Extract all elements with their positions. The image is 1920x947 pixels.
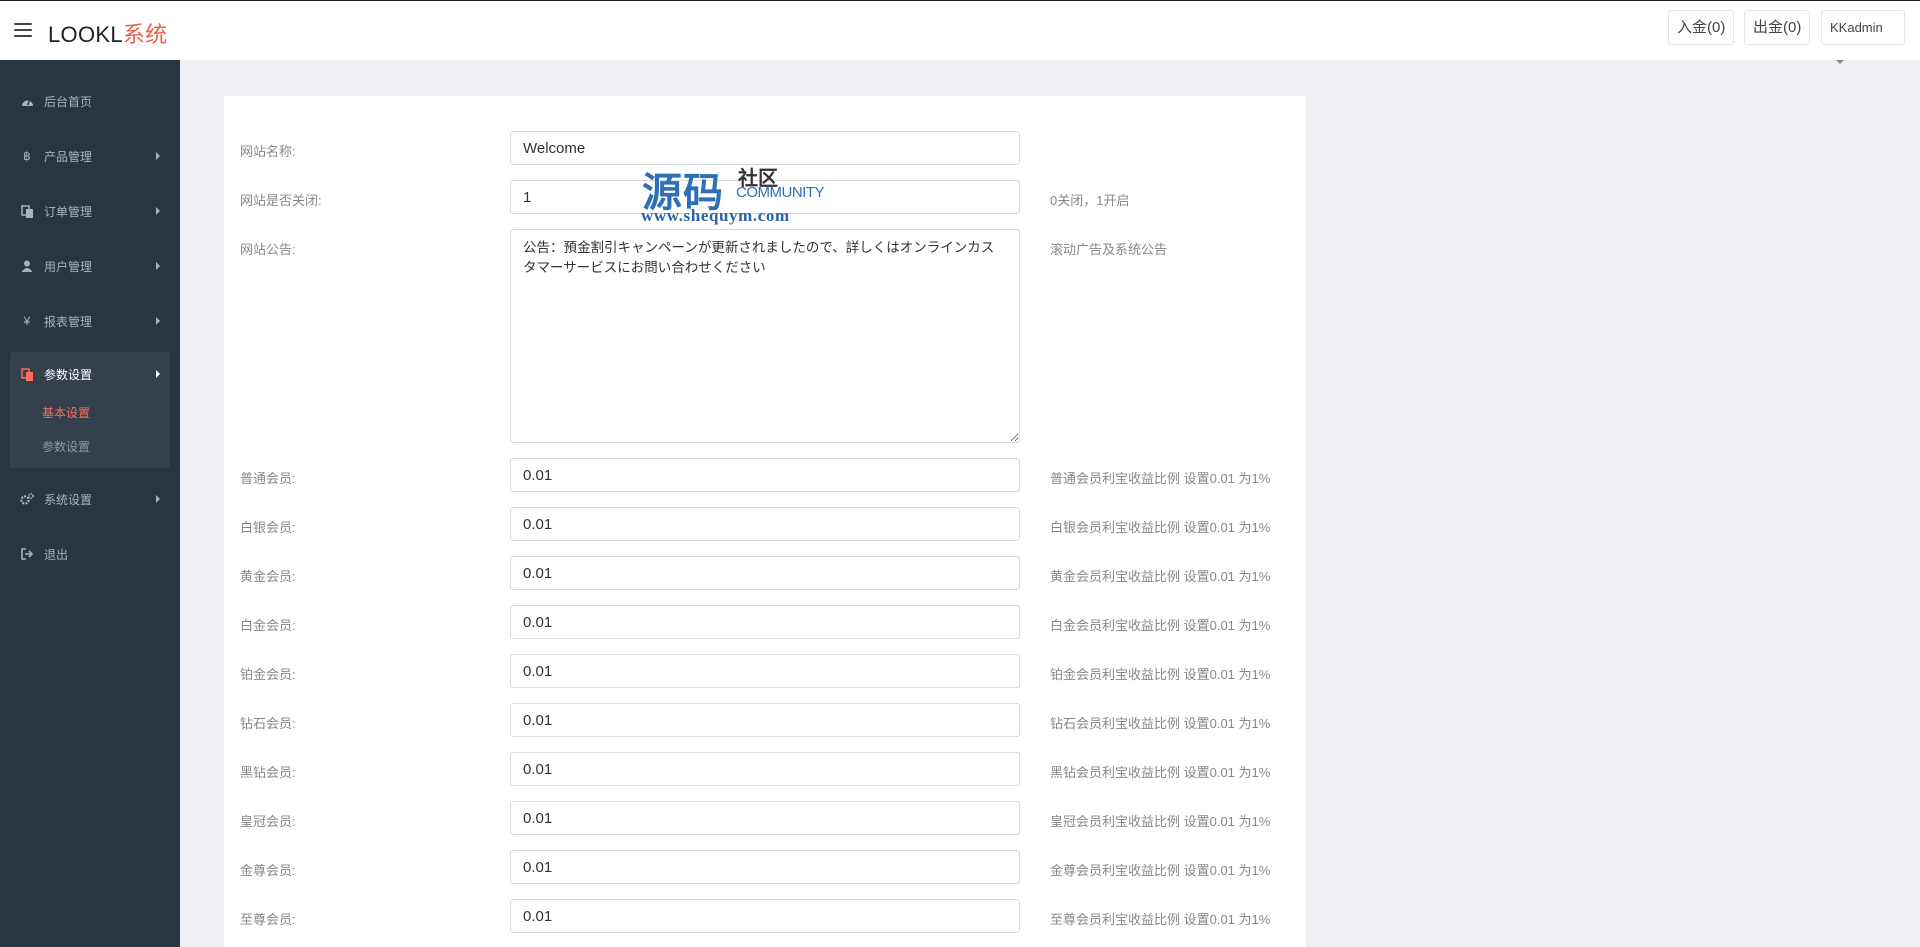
- copy-icon: [20, 367, 34, 381]
- sidebar-item-products[interactable]: ฿ 产品管理: [10, 134, 170, 178]
- sidebar-item-label: 后台首页: [44, 94, 93, 109]
- brand-main: LOOKL: [48, 22, 123, 47]
- member-rate-help: 普通会员利宝收益比例 设置0.01 为1%: [1050, 471, 1271, 486]
- yen-icon: ¥: [23, 314, 31, 328]
- member-rate-help: 黄金会员利宝收益比例 设置0.01 为1%: [1050, 569, 1271, 584]
- sidebar-group-params: 参数设置 基本设置 参数设置: [10, 352, 170, 468]
- announcement-help: 滚动广告及系统公告: [1050, 242, 1168, 257]
- member-rate-label: 皇冠会员:: [240, 814, 296, 829]
- sidebar: 后台首页 ฿ 产品管理 订单管理 用户管理 ¥ 报表管理 参数设置 基本设置 参…: [0, 60, 180, 947]
- member-rate-input[interactable]: [510, 458, 1020, 492]
- member-rate-input[interactable]: [510, 556, 1020, 590]
- member-rate-input[interactable]: [510, 507, 1020, 541]
- member-rate-help: 铂金会员利宝收益比例 设置0.01 为1%: [1050, 667, 1271, 682]
- sidebar-item-label: 报表管理: [44, 314, 93, 329]
- site-closed-help: 0关闭，1开启: [1050, 193, 1130, 208]
- sidebar-subitem-param-settings[interactable]: 参数设置: [42, 438, 90, 455]
- sidebar-item-label: 退出: [44, 547, 69, 562]
- member-rate-label: 黑钻会员:: [240, 765, 296, 780]
- copy-icon: [20, 204, 34, 218]
- member-rate-label: 铂金会员:: [240, 667, 296, 682]
- bitcoin-icon: ฿: [23, 149, 31, 163]
- sidebar-item-system[interactable]: 系统设置: [10, 477, 170, 521]
- caret-right-icon: [156, 152, 160, 160]
- user-menu-button[interactable]: KKadmin: [1821, 10, 1905, 64]
- sidebar-item-label: 产品管理: [44, 149, 93, 164]
- member-rate-label: 白银会员:: [240, 520, 296, 535]
- sidebar-item-reports[interactable]: ¥ 报表管理: [10, 299, 170, 343]
- sidebar-item-label: 订单管理: [44, 204, 93, 219]
- sidebar-item-params[interactable]: 参数设置: [10, 352, 170, 396]
- member-rate-help: 白金会员利宝收益比例 设置0.01 为1%: [1050, 618, 1271, 633]
- caret-down-icon: [1836, 59, 1844, 64]
- member-rate-help: 皇冠会员利宝收益比例 设置0.01 为1%: [1050, 814, 1271, 829]
- member-rate-input[interactable]: [510, 703, 1020, 737]
- settings-card: 网站名称: 网站是否关闭: 0关闭，1开启 网站公告: 公告：預金割引キャンペー…: [224, 96, 1306, 947]
- sidebar-item-label: 参数设置: [44, 367, 93, 382]
- member-rate-label: 金尊会员:: [240, 863, 296, 878]
- member-rate-label: 至尊会员:: [240, 912, 296, 927]
- announcement-label: 网站公告:: [240, 242, 296, 257]
- caret-right-icon: [156, 317, 160, 325]
- withdraw-button[interactable]: 出金(0): [1744, 10, 1811, 45]
- site-closed-input[interactable]: [510, 180, 1020, 214]
- user-icon: [20, 259, 34, 273]
- top-bar: LOOKL系统 入金(0) 出金(0) KKadmin: [0, 0, 1920, 64]
- member-rate-input[interactable]: [510, 801, 1020, 835]
- caret-right-icon: [156, 262, 160, 270]
- dashboard-icon: [20, 94, 34, 108]
- member-rate-input[interactable]: [510, 654, 1020, 688]
- member-rate-label: 普通会员:: [240, 471, 296, 486]
- member-rate-input[interactable]: [510, 605, 1020, 639]
- gears-icon: [20, 492, 34, 506]
- member-rate-help: 至尊会员利宝收益比例 设置0.01 为1%: [1050, 912, 1271, 927]
- sidebar-item-users[interactable]: 用户管理: [10, 244, 170, 288]
- sidebar-item-dashboard[interactable]: 后台首页: [10, 79, 170, 123]
- site-name-label: 网站名称:: [240, 144, 296, 159]
- menu-toggle-icon[interactable]: [14, 23, 32, 37]
- member-rate-help: 钻石会员利宝收益比例 设置0.01 为1%: [1050, 716, 1271, 731]
- site-closed-label: 网站是否关闭:: [240, 193, 322, 208]
- caret-right-icon: [156, 370, 160, 378]
- user-name: KKadmin: [1830, 20, 1883, 35]
- sidebar-item-label: 用户管理: [44, 259, 93, 274]
- member-rate-help: 金尊会员利宝收益比例 设置0.01 为1%: [1050, 863, 1271, 878]
- member-rate-label: 钻石会员:: [240, 716, 296, 731]
- site-name-input[interactable]: [510, 131, 1020, 165]
- brand-logo: LOOKL系统: [48, 17, 167, 49]
- caret-right-icon: [156, 207, 160, 215]
- caret-right-icon: [156, 495, 160, 503]
- sidebar-item-orders[interactable]: 订单管理: [10, 189, 170, 233]
- member-rate-help: 白银会员利宝收益比例 设置0.01 为1%: [1050, 520, 1271, 535]
- sign-out-icon: [20, 547, 34, 561]
- brand-accent: 系统: [122, 22, 168, 47]
- deposit-button[interactable]: 入金(0): [1668, 10, 1735, 45]
- sidebar-item-logout[interactable]: 退出: [10, 532, 170, 576]
- announcement-textarea[interactable]: 公告：預金割引キャンペーンが更新されましたので、詳しくはオンラインカスタマーサー…: [510, 229, 1020, 443]
- member-rate-input[interactable]: [510, 752, 1020, 786]
- member-rate-label: 白金会员:: [240, 618, 296, 633]
- member-rate-label: 黄金会员:: [240, 569, 296, 584]
- member-rate-input[interactable]: [510, 899, 1020, 933]
- member-rate-help: 黑钻会员利宝收益比例 设置0.01 为1%: [1050, 765, 1271, 780]
- sidebar-item-label: 系统设置: [44, 492, 93, 507]
- member-rate-input[interactable]: [510, 850, 1020, 884]
- sidebar-subitem-basic-settings[interactable]: 基本设置: [42, 404, 90, 421]
